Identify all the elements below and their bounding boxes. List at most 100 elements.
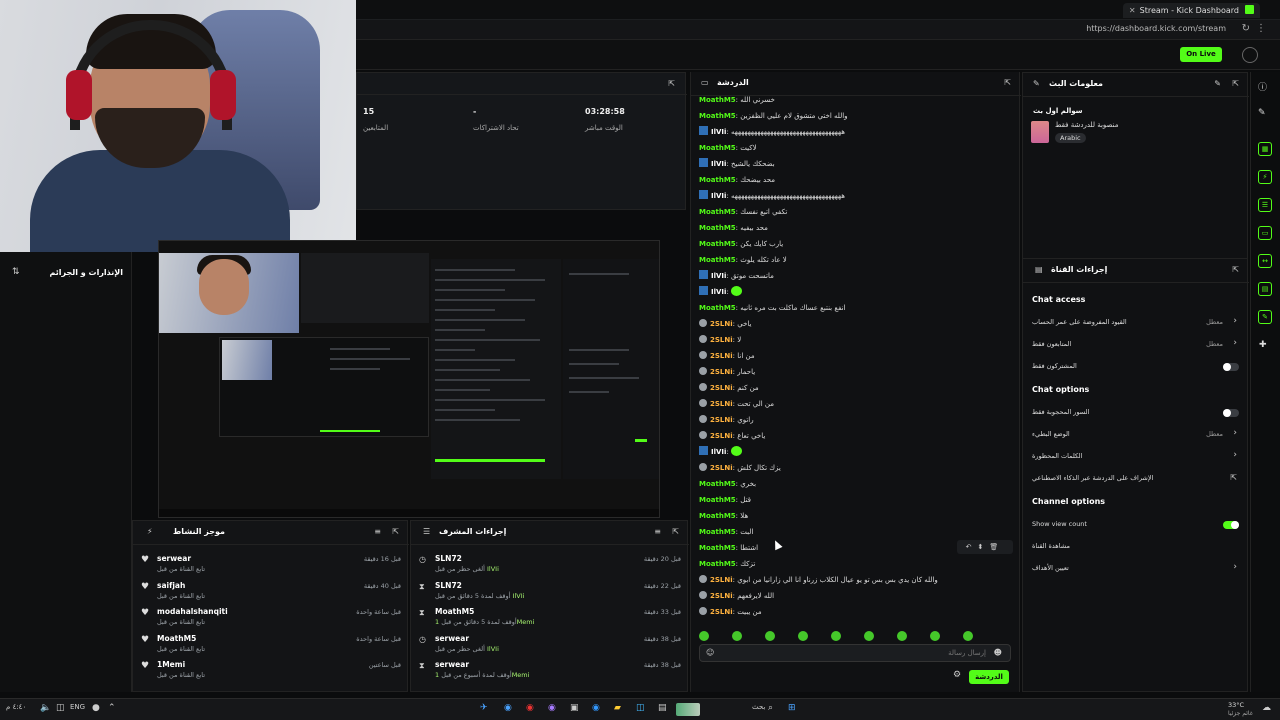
chat-message[interactable]: IlVIi: [699, 444, 1015, 460]
activity-row[interactable]: ♥ 1Memi تابع القناة من قبل قبل ساعتين [133, 659, 409, 683]
reply-icon[interactable]: ↶ [966, 543, 978, 551]
edge-icon[interactable]: ◉ [592, 703, 600, 713]
filter-icon[interactable]: ≡ [654, 527, 661, 536]
chat-username[interactable]: IlVIi [711, 272, 726, 280]
activity-username[interactable]: 1Memi [157, 660, 185, 669]
activity-row[interactable]: ♥ modahalshanqiti تابع القناة من قبل قبل سا… [133, 606, 409, 630]
lightning-icon[interactable]: ⚡ [1258, 170, 1272, 184]
taskbar-search[interactable]: بحث [752, 703, 765, 711]
chat-username[interactable]: 2SLNi [710, 368, 733, 376]
chevron-right-icon[interactable]: › [1233, 562, 1237, 572]
chevron-right-icon[interactable]: › [1233, 338, 1237, 348]
chat-message[interactable]: 2SLNi: ياخي [699, 316, 1015, 332]
channel-action-row[interactable]: القيود المفروضة على عمر الحساب › معطل [1023, 315, 1249, 331]
emote-icon[interactable] [732, 631, 742, 641]
app-icon[interactable]: ▣ [570, 703, 579, 713]
activity-username[interactable]: modahalshanqiti [157, 607, 228, 616]
chat-username[interactable]: MoathM5 [699, 256, 736, 264]
mod-target[interactable]: IlVIi [487, 565, 499, 573]
chat-username[interactable]: 2SLNi [710, 352, 733, 360]
smile-icon[interactable]: ☻ [994, 648, 1002, 657]
channel-action-row[interactable]: الإشراف على الدردشة عبر الذكاء الاصطناعي… [1023, 471, 1249, 487]
channel-action-row[interactable]: السور المحجوبة فقط [1023, 405, 1249, 421]
input-language[interactable]: ENG [70, 703, 85, 711]
emote-icon[interactable] [765, 631, 775, 641]
chat-username[interactable]: 2SLNi [710, 576, 733, 584]
chat-message[interactable]: MoathM5: البت [699, 524, 1015, 540]
mod-action-row[interactable]: ◷ serwear ألغى حظر من قبل IlVIi قبل 38 دقيق… [411, 633, 689, 657]
chat-username[interactable]: IlVIi [711, 160, 726, 168]
code-icon[interactable]: ↔ [1258, 254, 1272, 268]
channel-action-row[interactable]: الوضع البطيء › معطل [1023, 427, 1249, 443]
chat-icon[interactable]: ▭ [1258, 226, 1272, 240]
stats-icon[interactable]: ▦ [1258, 142, 1272, 156]
chevron-right-icon[interactable]: › [1233, 428, 1237, 438]
close-tab-icon[interactable]: ✕ [1129, 6, 1136, 15]
chat-message[interactable]: MoathM5: هلا [699, 508, 1015, 524]
chat-username[interactable]: 2SLNi [710, 400, 733, 408]
app-icon[interactable]: ✈ [480, 703, 488, 713]
chevron-right-icon[interactable]: › [1233, 450, 1237, 460]
chevron-right-icon[interactable]: › [1233, 316, 1237, 326]
app-icon[interactable]: ◉ [526, 703, 534, 713]
mod-username[interactable]: SLN72 [435, 554, 462, 563]
chat-username[interactable]: MoathM5 [699, 544, 736, 552]
expand-icon[interactable]: ⇱ [1232, 79, 1239, 88]
pencil-icon[interactable]: ✎ [1214, 79, 1221, 88]
chat-message[interactable]: 2SLNi: من يبيت [699, 604, 1015, 620]
expand-icon[interactable]: ⇱ [1232, 265, 1239, 274]
mod-action-row[interactable]: ◷ SLN72 ألغى حظر من قبل IlVIi قبل 20 دقيقة [411, 553, 689, 577]
pin-icon[interactable]: ✚ [1259, 340, 1267, 350]
expand-icon[interactable]: ⇱ [392, 527, 399, 536]
mod-username[interactable]: serwear [435, 634, 469, 643]
chat-username[interactable]: 2SLNi [710, 464, 733, 472]
mod-username[interactable]: SLN72 [435, 581, 462, 590]
chat-username[interactable]: MoathM5 [699, 512, 736, 520]
chat-username[interactable]: MoathM5 [699, 240, 736, 248]
chat-message[interactable]: 2SLNi: من كنم [699, 380, 1015, 396]
chat-settings-gear-icon[interactable]: ⚙ [953, 670, 961, 680]
chat-message[interactable]: IlVIi: ههههههههههههههههههههههههههههههههه… [699, 124, 1015, 140]
emote-icon[interactable] [963, 631, 973, 641]
channel-icon[interactable]: ▤ [1258, 282, 1272, 296]
emote-icon[interactable] [798, 631, 808, 641]
chat-input[interactable]: ☺ إرسال رسالة ☻ [699, 644, 1011, 662]
chat-username[interactable]: MoathM5 [699, 224, 736, 232]
mod-action-row[interactable]: ⧗ serwear أوقف لمدة أسبوع من قبل 1Memi قبل … [411, 659, 689, 683]
emote-icon[interactable] [864, 631, 874, 641]
chat-message[interactable]: MoathM5: بخري [699, 476, 1015, 492]
activity-row[interactable]: ♥ MoathM5 تابع القناة من قبل قبل ساعة واحدة [133, 633, 409, 657]
wrench-icon[interactable]: ✎ [1258, 310, 1272, 324]
expand-icon[interactable]: ⇱ [668, 79, 675, 88]
emote-icon[interactable] [930, 631, 940, 641]
mic-icon[interactable]: ● [92, 703, 100, 713]
chat-message[interactable]: IlVIi: ههههههههههههههههههههههههههههههههه… [699, 188, 1015, 204]
mod-username[interactable]: MoathM5 [435, 607, 474, 616]
chevron-up-icon[interactable]: ⌃ [108, 703, 116, 713]
folder-icon[interactable]: ▰ [614, 703, 621, 713]
profile-avatar-icon[interactable] [1242, 47, 1258, 63]
chat-username[interactable]: 2SLNi [710, 608, 733, 616]
emoji-picker-icon[interactable]: ☺ [706, 648, 714, 657]
chat-message[interactable]: 2SLNi: من انا [699, 348, 1015, 364]
chat-username[interactable]: MoathM5 [699, 176, 736, 184]
chat-message[interactable]: IlVIi: بضحكك يالشيخ [699, 156, 1015, 172]
info-icon[interactable]: ⓘ [1258, 80, 1267, 93]
chat-username[interactable]: MoathM5 [699, 304, 736, 312]
chat-username[interactable]: 2SLNi [710, 320, 733, 328]
external-link-icon[interactable]: ⇱ [1230, 473, 1237, 482]
reload-icon[interactable]: ↻ [1242, 23, 1256, 34]
mod-target[interactable]: IlVIi [487, 645, 499, 653]
channel-action-row[interactable]: تعيين الأهداف › [1023, 561, 1249, 577]
toggle-switch[interactable] [1223, 521, 1239, 529]
menu-icon[interactable]: ⋮ [1256, 23, 1272, 34]
mod-username[interactable]: serwear [435, 660, 469, 669]
emote-icon[interactable] [897, 631, 907, 641]
app-icon[interactable]: ◫ [636, 703, 645, 713]
pin-icon[interactable]: ⬍ [978, 543, 990, 551]
windows-start-icon[interactable]: ⊞ [788, 703, 796, 713]
chat-username[interactable]: IlVIi [711, 192, 726, 200]
chat-username[interactable]: MoathM5 [699, 208, 736, 216]
chat-message[interactable]: 2SLNi: من الي تحت [699, 396, 1015, 412]
chat-username[interactable]: MoathM5 [699, 560, 736, 568]
